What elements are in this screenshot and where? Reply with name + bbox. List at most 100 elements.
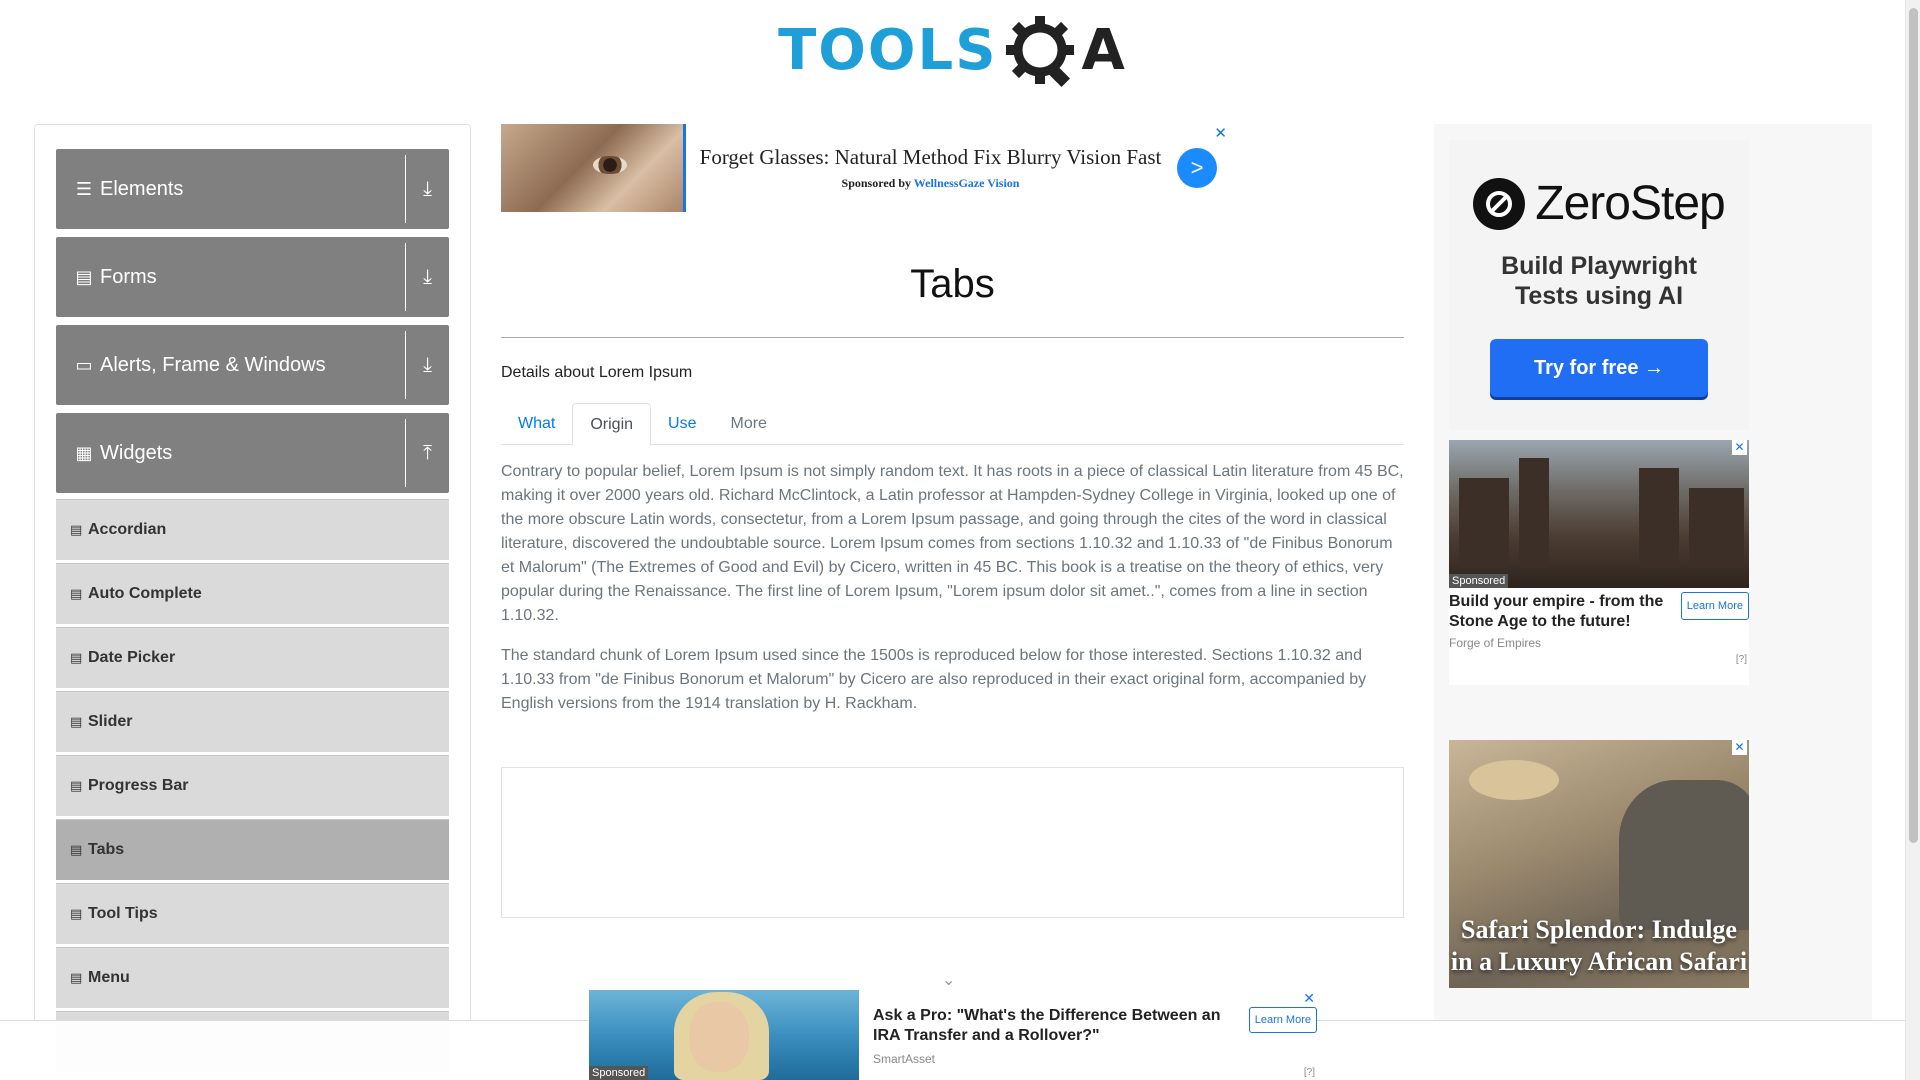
learn-more-button[interactable]: Learn More	[1248, 1007, 1317, 1033]
adchoices-icon[interactable]: [?]	[1304, 1067, 1315, 1078]
upload-icon[interactable]: ⤒	[405, 419, 449, 487]
group-header-elements[interactable]: ☰ Elements ⤓	[56, 149, 449, 229]
close-icon[interactable]: ✕	[1214, 124, 1227, 142]
safari-ad[interactable]: ✕ Safari Splendor: Indulge in a Luxury A…	[1449, 740, 1749, 988]
sidebar-item-label: Accordian	[88, 521, 167, 538]
close-icon[interactable]: ✕	[1732, 440, 1747, 455]
hat-image	[1469, 760, 1559, 800]
group-label: Alerts, Frame & Windows	[100, 353, 326, 376]
page-title: Tabs	[910, 262, 995, 306]
download-icon[interactable]: ⤓	[405, 155, 449, 223]
download-icon[interactable]: ⤓	[405, 243, 449, 311]
site-header: TOOLS A	[0, 0, 1905, 100]
group-header-forms[interactable]: ▤ Forms ⤓	[56, 237, 449, 317]
vertical-scrollbar[interactable]	[1905, 0, 1920, 1080]
adchoices-icon[interactable]: [?]	[1736, 654, 1747, 665]
zerostep-ad[interactable]: ZeroStep Build Playwright Tests using AI…	[1449, 140, 1749, 430]
scrollbar-thumb[interactable]	[1909, 8, 1918, 843]
bottom-ad-image: Sponsored	[589, 990, 859, 1080]
sidebar-item-label: Menu	[88, 969, 130, 986]
chevron-down-icon[interactable]: ⌄	[942, 970, 955, 990]
elephant-image	[1619, 780, 1749, 930]
ad-sponsor-prefix: Sponsored by	[841, 176, 914, 190]
logo-tools-text: TOOLS	[778, 17, 998, 83]
bottom-ad-brand: SmartAsset	[873, 1052, 936, 1066]
left-sidebar: ☰ Elements ⤓ ▤ Forms ⤓ ▭ Alerts, Frame &…	[34, 124, 471, 1080]
sidebar-item-slider[interactable]: ▤ Slider	[56, 691, 449, 753]
ad-go-button[interactable]: >	[1177, 148, 1217, 188]
sidebar-item-date-picker[interactable]: ▤ Date Picker	[56, 627, 449, 689]
safari-headline: Safari Splendor: Indulge in a Luxury Afr…	[1450, 915, 1748, 976]
tab-use[interactable]: Use	[651, 403, 713, 445]
ad-sponsor-name[interactable]: WellnessGaze Vision	[914, 176, 1020, 190]
zerostep-tagline-line: Tests using AI	[1514, 282, 1684, 310]
empire-ad-image: Sponsored ✕	[1449, 440, 1749, 588]
sidebar-item-progress-bar[interactable]: ▤ Progress Bar	[56, 755, 449, 817]
close-icon[interactable]: ✕	[1732, 740, 1747, 755]
widgets-menu-list: ▤ Accordian ▤ Auto Complete ▤ Date Picke…	[56, 499, 449, 1073]
sidebar-item-label: Progress Bar	[88, 777, 189, 794]
sidebar-item-tabs[interactable]: ▤ Tabs	[56, 819, 449, 881]
group-label: Elements	[100, 177, 184, 200]
sidebar-item-accordian[interactable]: ▤ Accordian	[56, 499, 449, 561]
top-banner-ad[interactable]: Forget Glasses: Natural Method Fix Blurr…	[501, 124, 1231, 212]
learn-more-button[interactable]: Learn More	[1680, 592, 1749, 620]
sidebar-item-tool-tips[interactable]: ▤ Tool Tips	[56, 883, 449, 945]
sidebar-item-label: Date Picker	[88, 649, 176, 666]
hamburger-icon: ☰	[75, 178, 93, 199]
group-header-widgets[interactable]: ▦ Widgets ⤒	[56, 413, 449, 493]
list-icon: ▤	[70, 650, 83, 665]
bottom-sticky-ad[interactable]: Sponsored Ask a Pro: "What's the Differe…	[589, 990, 1317, 1080]
sidebar-item-label: Tool Tips	[88, 905, 158, 922]
toolsqa-logo[interactable]: TOOLS A	[778, 12, 1127, 88]
empire-headline[interactable]: Build your empire - from the Stone Age t…	[1449, 592, 1673, 632]
window-icon: ▭	[75, 354, 93, 375]
gear-q-icon	[1002, 12, 1078, 88]
zerostep-brand: ZeroStep	[1535, 177, 1725, 230]
ad-sponsor: Sponsored by WellnessGaze Vision	[696, 176, 1165, 191]
building-shape	[1639, 468, 1679, 568]
sidebar-item-label: Slider	[88, 713, 133, 730]
paragraph: The standard chunk of Lorem Ipsum used s…	[501, 647, 1367, 712]
building-shape	[1459, 478, 1509, 568]
widgets-icon: ▦	[75, 442, 93, 463]
ad-headline: Forget Glasses: Natural Method Fix Blurr…	[699, 145, 1162, 169]
list-icon: ▤	[70, 778, 83, 793]
eye-image	[593, 156, 627, 174]
sidebar-item-auto-complete[interactable]: ▤ Auto Complete	[56, 563, 449, 625]
sidebar-item-label: Tabs	[88, 841, 125, 858]
paragraph: Contrary to popular belief, Lorem Ipsum …	[501, 463, 1404, 624]
building-shape	[1519, 458, 1549, 568]
list-icon: ▤	[70, 842, 83, 857]
group-header-alerts[interactable]: ▭ Alerts, Frame & Windows ⤓	[56, 325, 449, 405]
tab-more: More	[730, 415, 767, 432]
tab-what[interactable]: What	[501, 403, 572, 445]
zerostep-tagline-line: Build Playwright	[1501, 252, 1697, 280]
sponsored-badge: Sponsored	[589, 1066, 649, 1080]
close-icon[interactable]: ✕	[1303, 990, 1315, 1007]
divider	[501, 337, 1404, 338]
sidebar-item-menu[interactable]: ▤ Menu	[56, 947, 449, 1009]
list-icon: ▤	[70, 970, 83, 985]
tab-origin[interactable]: Origin	[572, 403, 652, 446]
building-shape	[1689, 488, 1744, 568]
list-icon: ▤	[70, 586, 83, 601]
list-icon: ▤	[70, 522, 83, 537]
tab-bar: What Origin Use More	[501, 403, 1404, 446]
bottom-ad-body: Ask a Pro: "What's the Difference Betwee…	[859, 990, 1317, 1080]
bottom-ad-headline[interactable]: Ask a Pro: "What's the Difference Betwee…	[873, 1006, 1233, 1046]
try-for-free-button[interactable]: Try for free →	[1490, 339, 1708, 397]
sidebar-item-label: Auto Complete	[88, 585, 202, 602]
empire-ad-body: Build your empire - from the Stone Age t…	[1449, 588, 1749, 632]
list-icon: ▤	[70, 906, 83, 921]
logo-a-text: A	[1081, 17, 1127, 83]
form-icon: ▤	[75, 266, 93, 287]
list-icon: ▤	[70, 714, 83, 729]
group-label: Widgets	[100, 441, 173, 464]
tab-panel-origin: Contrary to popular belief, Lorem Ipsum …	[501, 460, 1404, 732]
empire-brand: Forge of Empires	[1449, 636, 1542, 650]
sponsored-badge: Sponsored	[1449, 574, 1509, 588]
ad-image	[501, 124, 686, 212]
download-icon[interactable]: ⤓	[405, 331, 449, 399]
empire-ad[interactable]: Sponsored ✕ Build your empire - from the…	[1449, 440, 1749, 685]
